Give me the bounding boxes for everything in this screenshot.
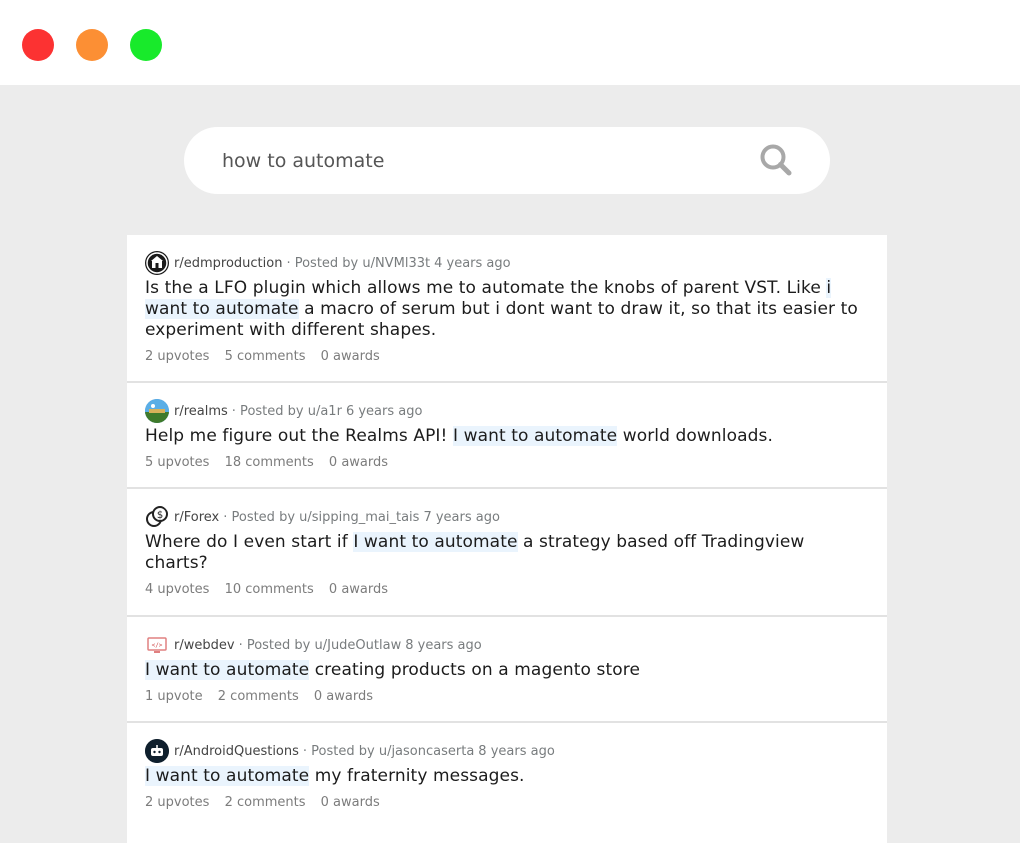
result-card[interactable]: r/edmproduction · Posted by u/NVMl33t 4 … bbox=[127, 235, 887, 383]
svg-text:$: $ bbox=[157, 510, 163, 521]
post-stats: 4 upvotes 10 comments 0 awards bbox=[145, 582, 869, 597]
post-title[interactable]: Is the a LFO plugin which allows me to a… bbox=[145, 278, 869, 341]
title-text-after: creating products on a magento store bbox=[309, 660, 641, 680]
title-highlight: I want to automate bbox=[145, 766, 310, 786]
post-author[interactable]: · Posted by u/sipping_mai_tais bbox=[223, 510, 419, 525]
post-age: 7 years ago bbox=[423, 509, 500, 525]
title-text-after: world downloads. bbox=[617, 426, 773, 446]
subreddit-link[interactable]: r/AndroidQuestions bbox=[174, 744, 299, 759]
subreddit-link[interactable]: r/realms bbox=[174, 404, 228, 419]
post-author[interactable]: · Posted by u/jasoncaserta bbox=[303, 744, 474, 759]
result-card[interactable]: $ r/Forex · Posted by u/sipping_mai_tais… bbox=[127, 489, 887, 617]
androidquestions-subreddit-icon bbox=[145, 739, 169, 763]
post-meta: r/edmproduction · Posted by u/NVMl33t 4 … bbox=[145, 251, 869, 275]
title-text-after: my fraternity messages. bbox=[309, 766, 525, 786]
post-title[interactable]: I want to automate my fraternity message… bbox=[145, 766, 869, 787]
upvotes-count: 2 upvotes bbox=[145, 349, 210, 364]
awards-count: 0 awards bbox=[328, 582, 389, 597]
post-meta: $ r/Forex · Posted by u/sipping_mai_tais… bbox=[145, 505, 869, 529]
webdev-subreddit-icon: </> bbox=[145, 633, 169, 657]
post-author[interactable]: · Posted by u/JudeOutlaw bbox=[239, 638, 402, 653]
post-stats: 2 upvotes 5 comments 0 awards bbox=[145, 349, 869, 364]
result-card[interactable]: r/realms · Posted by u/a1r 6 years ago H… bbox=[127, 383, 887, 489]
post-meta: r/AndroidQuestions · Posted by u/jasonca… bbox=[145, 739, 869, 763]
window-titlebar bbox=[0, 0, 1020, 85]
awards-count: 0 awards bbox=[328, 455, 389, 470]
title-text-before: Is the a LFO plugin which allows me to a… bbox=[145, 278, 827, 298]
post-stats: 2 upvotes 2 comments 0 awards bbox=[145, 795, 869, 810]
post-title[interactable]: Where do I even start if I want to autom… bbox=[145, 532, 869, 574]
post-title[interactable]: I want to automate creating products on … bbox=[145, 660, 869, 681]
post-age: 8 years ago bbox=[478, 743, 555, 759]
post-title[interactable]: Help me figure out the Realms API! I wan… bbox=[145, 426, 869, 447]
upvotes-count: 5 upvotes bbox=[145, 455, 210, 470]
realms-subreddit-icon bbox=[145, 399, 169, 423]
post-stats: 5 upvotes 18 comments 0 awards bbox=[145, 455, 869, 470]
title-text-before: Help me figure out the Realms API! bbox=[145, 426, 453, 446]
search-input[interactable] bbox=[222, 127, 742, 194]
awards-count: 0 awards bbox=[320, 349, 380, 364]
subreddit-link[interactable]: r/webdev bbox=[174, 638, 235, 653]
minimize-window-button[interactable] bbox=[76, 29, 108, 61]
post-stats: 1 upvote 2 comments 0 awards bbox=[145, 689, 869, 704]
comments-count[interactable]: 2 comments bbox=[218, 689, 299, 704]
awards-count: 0 awards bbox=[313, 689, 373, 704]
search-bar bbox=[184, 127, 830, 194]
post-author[interactable]: · Posted by u/NVMl33t bbox=[286, 256, 430, 271]
comments-count[interactable]: 5 comments bbox=[225, 349, 306, 364]
search-icon[interactable] bbox=[758, 143, 798, 179]
post-meta: r/realms · Posted by u/a1r 6 years ago bbox=[145, 399, 869, 423]
result-card[interactable]: r/AndroidQuestions · Posted by u/jasonca… bbox=[127, 723, 887, 843]
upvotes-count: 1 upvote bbox=[145, 689, 203, 704]
subreddit-link[interactable]: r/edmproduction bbox=[174, 256, 282, 271]
post-age: 4 years ago bbox=[434, 255, 511, 271]
title-highlight: I want to automate bbox=[353, 532, 518, 552]
comments-count[interactable]: 2 comments bbox=[225, 795, 306, 810]
post-author[interactable]: · Posted by u/a1r bbox=[232, 404, 342, 419]
title-text-before: Where do I even start if bbox=[145, 532, 354, 552]
post-age: 6 years ago bbox=[345, 403, 423, 419]
comments-count[interactable]: 10 comments bbox=[225, 582, 314, 597]
title-highlight: I want to automate bbox=[145, 660, 310, 680]
maximize-window-button[interactable] bbox=[130, 29, 162, 61]
post-age: 8 years ago bbox=[405, 637, 482, 653]
edmproduction-subreddit-icon bbox=[145, 251, 169, 275]
search-results-list: r/edmproduction · Posted by u/NVMl33t 4 … bbox=[127, 235, 887, 843]
result-card[interactable]: </> r/webdev · Posted by u/JudeOutlaw 8 … bbox=[127, 617, 887, 723]
close-window-button[interactable] bbox=[22, 29, 54, 61]
title-highlight: I want to automate bbox=[452, 426, 618, 446]
upvotes-count: 2 upvotes bbox=[145, 795, 210, 810]
subreddit-link[interactable]: r/Forex bbox=[174, 510, 219, 525]
upvotes-count: 4 upvotes bbox=[145, 582, 210, 597]
awards-count: 0 awards bbox=[320, 795, 380, 810]
forex-subreddit-icon: $ bbox=[145, 505, 169, 529]
comments-count[interactable]: 18 comments bbox=[225, 455, 314, 470]
post-meta: </> r/webdev · Posted by u/JudeOutlaw 8 … bbox=[145, 633, 869, 657]
svg-text:</>: </> bbox=[152, 642, 163, 649]
